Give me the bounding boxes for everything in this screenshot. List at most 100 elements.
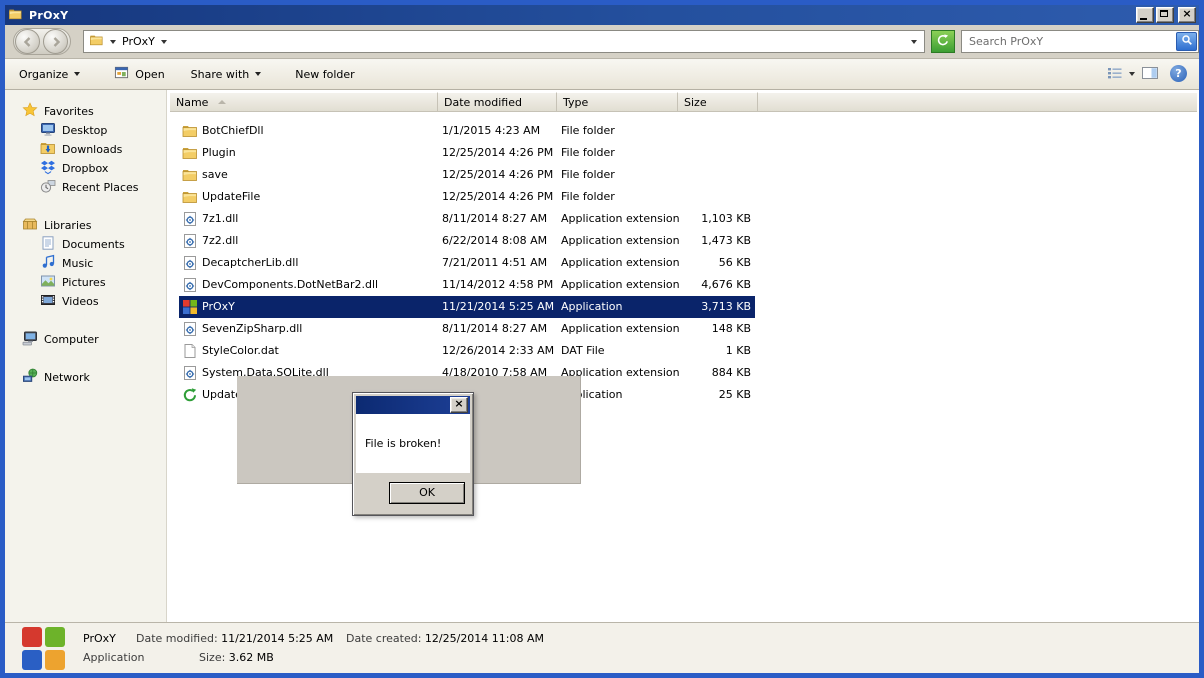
dll-icon (182, 365, 198, 381)
organize-label: Organize (19, 68, 68, 81)
sidebar-item-music[interactable]: Music (40, 254, 93, 272)
column-header-type[interactable]: Type (557, 92, 678, 112)
file-size: 1,473 KB (661, 230, 751, 252)
file-row[interactable]: DevComponents.DotNetBar2.dll 11/14/2012 … (179, 274, 755, 296)
ok-button[interactable]: OK (389, 482, 465, 504)
file-rows: BotChiefDll 1/1/2015 4:23 AM File folder… (179, 120, 755, 406)
folder-icon (89, 33, 104, 50)
forward-icon (50, 36, 62, 48)
open-label: Open (135, 68, 164, 81)
open-button[interactable]: Open (108, 62, 170, 86)
sidebar-section-network[interactable]: Network (22, 368, 90, 386)
explorer-window: PrOxY × PrOxY Search PrOxY (0, 0, 1204, 678)
recent-places-label: Recent Places (62, 181, 139, 194)
file-name: SevenZipSharp.dll (202, 318, 302, 340)
chevron-down-icon (74, 72, 80, 76)
open-window-icon (114, 65, 129, 83)
navigation-pane: Favorites Desktop Downloads Dropbox Rece… (5, 90, 167, 622)
dat-file-icon (182, 343, 198, 359)
share-with-label: Share with (191, 68, 250, 81)
file-row[interactable]: 7z1.dll 8/11/2014 8:27 AM Application ex… (179, 208, 755, 230)
libraries-label: Libraries (44, 219, 92, 232)
share-with-button[interactable]: Share with (185, 65, 268, 84)
column-header-name[interactable]: Name (170, 92, 438, 112)
file-row[interactable]: SevenZipSharp.dll 8/11/2014 8:27 AM Appl… (179, 318, 755, 340)
column-header-date-modified[interactable]: Date modified (438, 92, 557, 112)
maximize-button[interactable] (1156, 7, 1174, 23)
details-file-name: PrOxY (83, 632, 116, 645)
file-row[interactable]: UpdateFile 12/25/2014 4:26 PM File folde… (179, 186, 755, 208)
preview-pane-button[interactable] (1141, 65, 1159, 84)
sidebar-section-favorites[interactable]: Favorites (22, 102, 94, 120)
details-modified-value: 11/21/2014 5:25 AM (221, 632, 333, 645)
chevron-down-icon[interactable] (161, 40, 167, 44)
window-title: PrOxY (29, 9, 68, 22)
file-row[interactable]: BotChiefDll 1/1/2015 4:23 AM File folder (179, 120, 755, 142)
forward-button[interactable] (43, 29, 68, 54)
network-icon (22, 368, 38, 387)
help-button[interactable]: ? (1170, 65, 1187, 82)
file-date: 8/11/2014 8:27 AM (442, 318, 547, 340)
sidebar-section-libraries[interactable]: Libraries (22, 216, 92, 234)
breadcrumb[interactable]: PrOxY (83, 30, 925, 53)
dialog-close-button[interactable]: × (450, 397, 468, 413)
column-header-blank (758, 92, 1197, 112)
organize-button[interactable]: Organize (13, 65, 86, 84)
file-type: File folder (561, 142, 615, 164)
file-row[interactable]: Plugin 12/25/2014 4:26 PM File folder (179, 142, 755, 164)
details-modified-label: Date modified: (136, 632, 218, 645)
sidebar-item-videos[interactable]: Videos (40, 292, 99, 310)
sidebar-item-documents[interactable]: Documents (40, 235, 125, 253)
search-input[interactable]: Search PrOxY (961, 30, 1199, 53)
search-button[interactable] (1176, 32, 1197, 51)
sidebar-item-dropbox[interactable]: Dropbox (40, 159, 108, 177)
file-name: UpdateFile (202, 186, 260, 208)
new-folder-button[interactable]: New folder (289, 65, 360, 84)
file-row[interactable]: save 12/25/2014 4:26 PM File folder (179, 164, 755, 186)
name-column-label: Name (176, 96, 208, 109)
file-date: 6/22/2014 8:08 AM (442, 230, 547, 252)
dll-icon (182, 255, 198, 271)
documents-icon (40, 235, 56, 254)
dropbox-label: Dropbox (62, 162, 108, 175)
computer-label: Computer (44, 333, 99, 346)
views-button[interactable] (1107, 66, 1135, 83)
videos-label: Videos (62, 295, 99, 308)
refresh-icon (936, 33, 950, 50)
file-row[interactable]: 7z2.dll 6/22/2014 8:08 AM Application ex… (179, 230, 755, 252)
dll-icon (182, 321, 198, 337)
sidebar-item-pictures[interactable]: Pictures (40, 273, 106, 291)
file-date: 12/25/2014 4:26 PM (442, 142, 553, 164)
title-bar[interactable]: PrOxY × (5, 5, 1199, 25)
preview-pane-icon (1141, 71, 1159, 84)
file-size: 1 KB (661, 340, 751, 362)
dialog-title-bar[interactable]: × (356, 396, 470, 414)
file-name: Plugin (202, 142, 236, 164)
file-date: 1/1/2015 4:23 AM (442, 120, 540, 142)
windows-logo-icon (22, 627, 66, 671)
sidebar-item-desktop[interactable]: Desktop (40, 121, 107, 139)
minimize-button[interactable] (1136, 7, 1154, 23)
file-date: 12/26/2014 2:33 AM (442, 340, 554, 362)
type-column-label: Type (563, 96, 588, 109)
close-button[interactable]: × (1178, 7, 1196, 23)
file-row[interactable]: StyleColor.dat 12/26/2014 2:33 AM DAT Fi… (179, 340, 755, 362)
folder-icon (8, 7, 23, 24)
sidebar-item-recent-places[interactable]: Recent Places (40, 178, 139, 196)
file-name: Update (202, 384, 242, 406)
windows-logo-icon (182, 299, 198, 315)
refresh-button[interactable] (931, 30, 955, 53)
file-row-selected[interactable]: PrOxY 11/21/2014 5:25 AM Application 3,7… (179, 296, 755, 318)
file-row[interactable]: DecaptcherLib.dll 7/21/2011 4:51 AM Appl… (179, 252, 755, 274)
column-header-size[interactable]: Size (678, 92, 758, 112)
dialog-body: File is broken! (356, 414, 470, 473)
chevron-down-icon[interactable] (110, 40, 116, 44)
sidebar-section-computer[interactable]: Computer (22, 330, 99, 348)
breadcrumb-label[interactable]: PrOxY (122, 35, 155, 48)
back-button[interactable] (15, 29, 40, 54)
file-name: StyleColor.dat (202, 340, 279, 362)
address-history-icon[interactable] (911, 40, 917, 44)
libraries-icon (22, 216, 38, 235)
sidebar-item-downloads[interactable]: Downloads (40, 140, 122, 158)
address-band: PrOxY Search PrOxY (5, 25, 1199, 59)
